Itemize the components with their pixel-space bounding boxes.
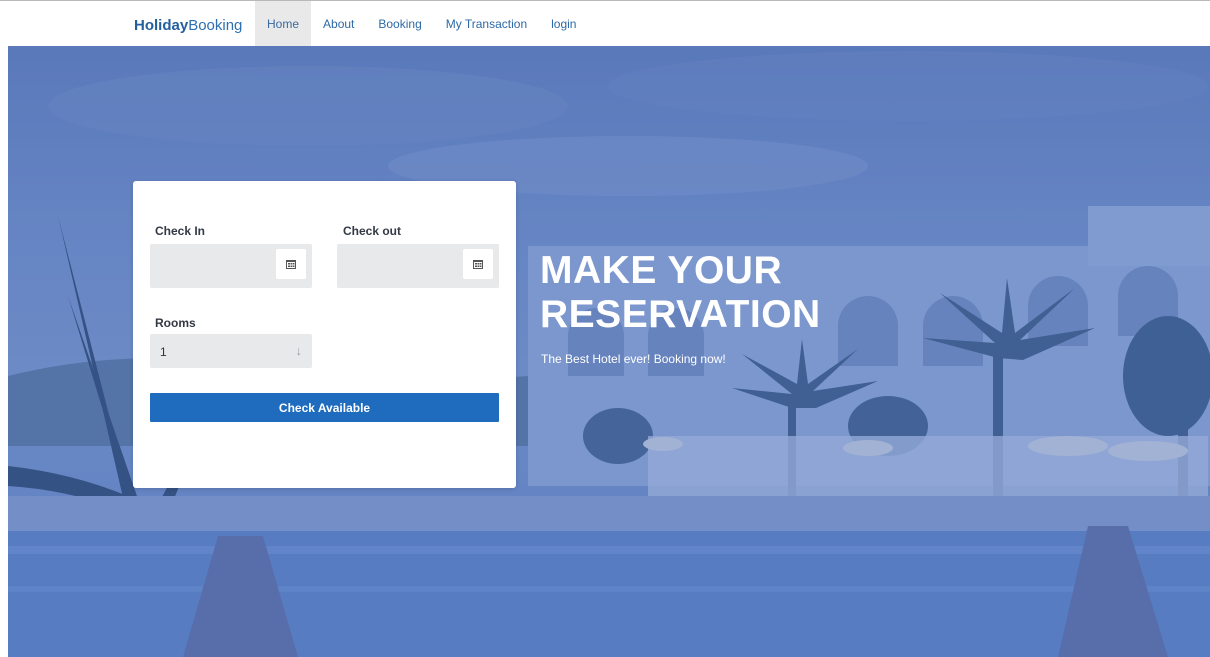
- rooms-label: Rooms: [155, 316, 196, 330]
- brand-logo-bold: Holiday: [134, 17, 189, 34]
- check-out-calendar-button[interactable]: [463, 249, 493, 279]
- brand-logo[interactable]: HolidayBooking: [134, 17, 242, 34]
- check-in-field[interactable]: [150, 244, 312, 288]
- booking-form: Check In Check out Rooms 1 ↓ Check Avail…: [133, 181, 516, 488]
- check-available-button[interactable]: Check Available: [150, 393, 499, 422]
- check-out-label: Check out: [343, 224, 402, 238]
- calendar-icon: [286, 260, 296, 269]
- nav-menu: Home About Booking My Transaction login: [255, 1, 588, 46]
- calendar-icon: [473, 260, 483, 269]
- nav-item-my-transaction[interactable]: My Transaction: [434, 1, 539, 46]
- hero-tagline: The Best Hotel ever! Booking now!: [541, 352, 726, 366]
- hero-headline-line2: RESERVATION: [540, 293, 821, 336]
- nav-item-home[interactable]: Home: [255, 1, 312, 46]
- hero-headline-line1: MAKE YOUR: [540, 249, 783, 292]
- navbar: HolidayBooking Home About Booking My Tra…: [0, 0, 1210, 46]
- check-in-calendar-button[interactable]: [276, 249, 306, 279]
- brand-logo-rest: Booking: [188, 17, 243, 34]
- check-out-field[interactable]: [337, 244, 499, 288]
- nav-item-login[interactable]: login: [539, 1, 588, 46]
- rooms-select-value: 1: [160, 345, 167, 359]
- nav-item-booking[interactable]: Booking: [366, 1, 433, 46]
- arrow-down-icon: ↓: [295, 343, 303, 358]
- rooms-select[interactable]: 1 ↓: [150, 334, 312, 368]
- hero-headline: MAKE YOUR RESERVATION: [540, 249, 900, 337]
- nav-item-about[interactable]: About: [311, 1, 366, 46]
- check-in-label: Check In: [155, 224, 206, 238]
